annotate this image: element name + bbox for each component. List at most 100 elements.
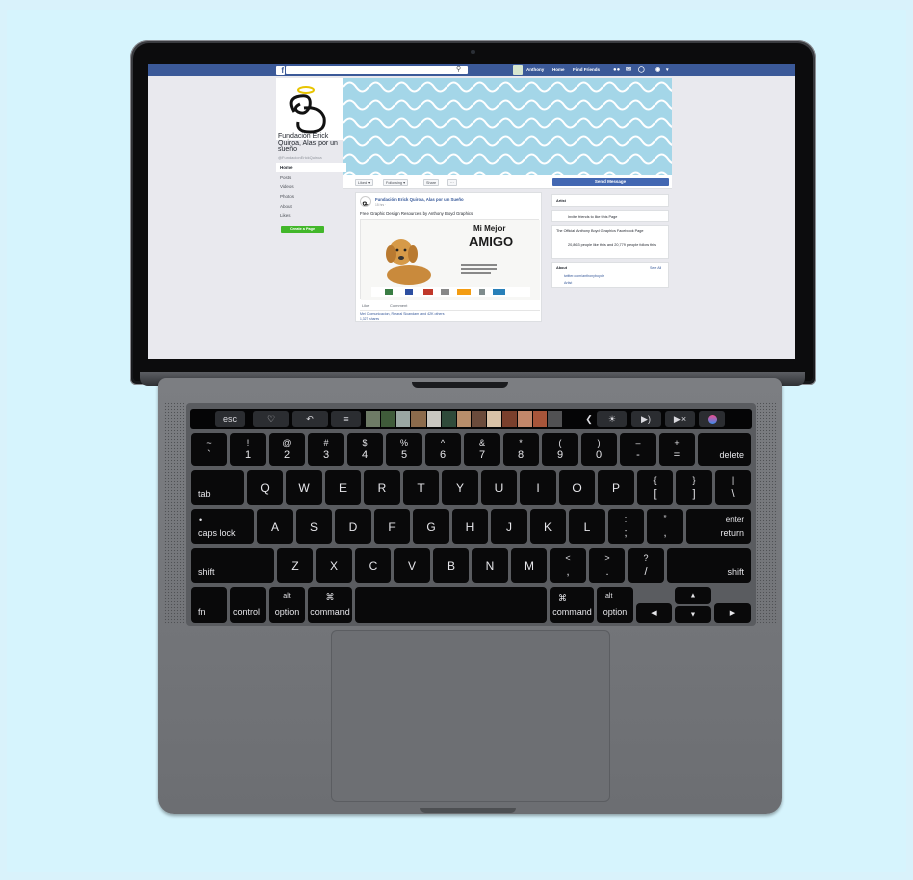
post-timestamp[interactable]: 15 hrs ·: [375, 203, 386, 207]
twitter-link[interactable]: twitter.com/anthonyboydr: [564, 274, 604, 278]
key-period[interactable]: >.: [589, 548, 625, 583]
collapse-icon[interactable]: ❮: [582, 411, 596, 427]
key-space[interactable]: [355, 587, 547, 623]
page-handle[interactable]: @FundacionErickQuiroa: [278, 155, 322, 160]
key-v[interactable]: V: [394, 548, 430, 583]
key-h[interactable]: H: [452, 509, 488, 544]
share-icon[interactable]: ↶: [292, 411, 328, 427]
create-page-button[interactable]: Create a Page: [281, 226, 324, 233]
key-arrow-left[interactable]: ◀: [636, 603, 672, 623]
sidebar-item-likes[interactable]: Likes: [280, 213, 291, 218]
key-9[interactable]: (9: [542, 433, 578, 466]
send-message-button[interactable]: Send Message: [552, 178, 669, 186]
key-control[interactable]: control: [230, 587, 266, 623]
key-backslash[interactable]: | \: [715, 470, 751, 505]
artist-link[interactable]: Artist: [564, 281, 572, 285]
esc-key[interactable]: esc: [215, 411, 245, 427]
following-button[interactable]: Following ▾: [383, 179, 408, 186]
key-b[interactable]: B: [433, 548, 469, 583]
share-button[interactable]: Share: [423, 179, 440, 186]
key-comma[interactable]: <,: [550, 548, 586, 583]
key-caps-lock[interactable]: • caps lock: [191, 509, 254, 544]
post-author[interactable]: Fundación Erick Quiroa, Alas por un Sueñ…: [375, 197, 464, 202]
key-u[interactable]: U: [481, 470, 517, 505]
key-d[interactable]: D: [335, 509, 371, 544]
nav-home[interactable]: Home: [552, 66, 565, 74]
quick-help-icon[interactable]: ◉: [655, 66, 660, 74]
key-p[interactable]: P: [598, 470, 634, 505]
shares-count[interactable]: 1,327 shares: [360, 317, 379, 321]
key-4[interactable]: $4: [347, 433, 383, 466]
key-o[interactable]: O: [559, 470, 595, 505]
nav-user[interactable]: Anthony: [526, 66, 544, 74]
more-button[interactable]: ···: [447, 179, 457, 186]
key-s[interactable]: S: [296, 509, 332, 544]
key-arrow-down[interactable]: ▼: [675, 606, 711, 623]
sidebar-item-posts[interactable]: Posts: [280, 175, 291, 180]
key-slash[interactable]: ? /: [628, 548, 664, 583]
key-arrow-right[interactable]: ▶: [714, 603, 751, 623]
key-l[interactable]: L: [569, 509, 605, 544]
adjust-icon[interactable]: ≡: [331, 411, 361, 427]
key-e[interactable]: E: [325, 470, 361, 505]
key-g[interactable]: G: [413, 509, 449, 544]
key-j[interactable]: J: [491, 509, 527, 544]
key-0[interactable]: ) 0: [581, 433, 617, 466]
key-backtick[interactable]: ~ `: [191, 433, 227, 466]
friends-icon[interactable]: ●●: [613, 66, 620, 74]
key-k[interactable]: K: [530, 509, 566, 544]
key-a[interactable]: A: [257, 509, 293, 544]
invite-friends-link[interactable]: Invite friends to like this Page: [568, 215, 617, 220]
key-r[interactable]: R: [364, 470, 400, 505]
key-delete[interactable]: delete: [698, 433, 751, 466]
nav-find-friends[interactable]: Find Friends: [573, 66, 600, 74]
key-q[interactable]: Q: [247, 470, 283, 505]
volume-icon[interactable]: ▶): [631, 411, 661, 427]
siri-icon[interactable]: [699, 411, 725, 427]
messages-icon[interactable]: ✉: [626, 66, 631, 74]
key-command-right[interactable]: ⌘ command: [550, 587, 594, 623]
key-option-left[interactable]: alt option: [269, 587, 305, 623]
key-2[interactable]: @2: [269, 433, 305, 466]
key-minus[interactable]: – -: [620, 433, 656, 466]
key-f[interactable]: F: [374, 509, 410, 544]
key-fn[interactable]: fn: [191, 587, 227, 623]
post-image[interactable]: Mi Mejor AMIGO: [360, 219, 540, 300]
key-z[interactable]: Z: [277, 548, 313, 583]
heart-icon[interactable]: ♡: [253, 411, 289, 427]
like-button[interactable]: Like: [362, 303, 369, 308]
key-option-right[interactable]: alt option: [597, 587, 633, 623]
key-tab[interactable]: tab: [191, 470, 244, 505]
search-input[interactable]: [286, 66, 468, 74]
liked-button[interactable]: Liked ▾: [355, 179, 374, 186]
key-n[interactable]: N: [472, 548, 508, 583]
key-c[interactable]: C: [355, 548, 391, 583]
key-6[interactable]: ^ 6: [425, 433, 461, 466]
search-icon[interactable]: ⚲: [456, 65, 461, 73]
key-command-left[interactable]: ⌘ command: [308, 587, 352, 623]
key-return[interactable]: enter return: [686, 509, 751, 544]
key-5[interactable]: % 5: [386, 433, 422, 466]
key-quote[interactable]: ”,: [647, 509, 683, 544]
facebook-logo[interactable]: f: [276, 66, 285, 75]
sidebar-item-about[interactable]: About: [280, 204, 292, 209]
key-7[interactable]: & 7: [464, 433, 500, 466]
key-equals[interactable]: + =: [659, 433, 695, 466]
cover-photo[interactable]: [343, 78, 672, 175]
brightness-icon[interactable]: ☀: [597, 411, 627, 427]
key-arrow-up[interactable]: ▲: [675, 587, 711, 604]
key-3[interactable]: #3: [308, 433, 344, 466]
key-1[interactable]: ! 1: [230, 433, 266, 466]
likes-summary[interactable]: Mei Comunicacion, Rearal Sicandam and 42…: [360, 310, 540, 316]
see-all-link[interactable]: See All: [650, 266, 661, 270]
mute-icon[interactable]: ▶×: [665, 411, 695, 427]
comment-button[interactable]: Comment: [390, 303, 407, 308]
profile-picture[interactable]: [276, 78, 343, 140]
key-w[interactable]: W: [286, 470, 322, 505]
sidebar-item-photos[interactable]: Photos: [280, 194, 294, 199]
key-shift-right[interactable]: shift: [667, 548, 751, 583]
key-i[interactable]: I: [520, 470, 556, 505]
key-8[interactable]: * 8: [503, 433, 539, 466]
key-semicolon[interactable]: :;: [608, 509, 644, 544]
trackpad[interactable]: [331, 630, 610, 802]
